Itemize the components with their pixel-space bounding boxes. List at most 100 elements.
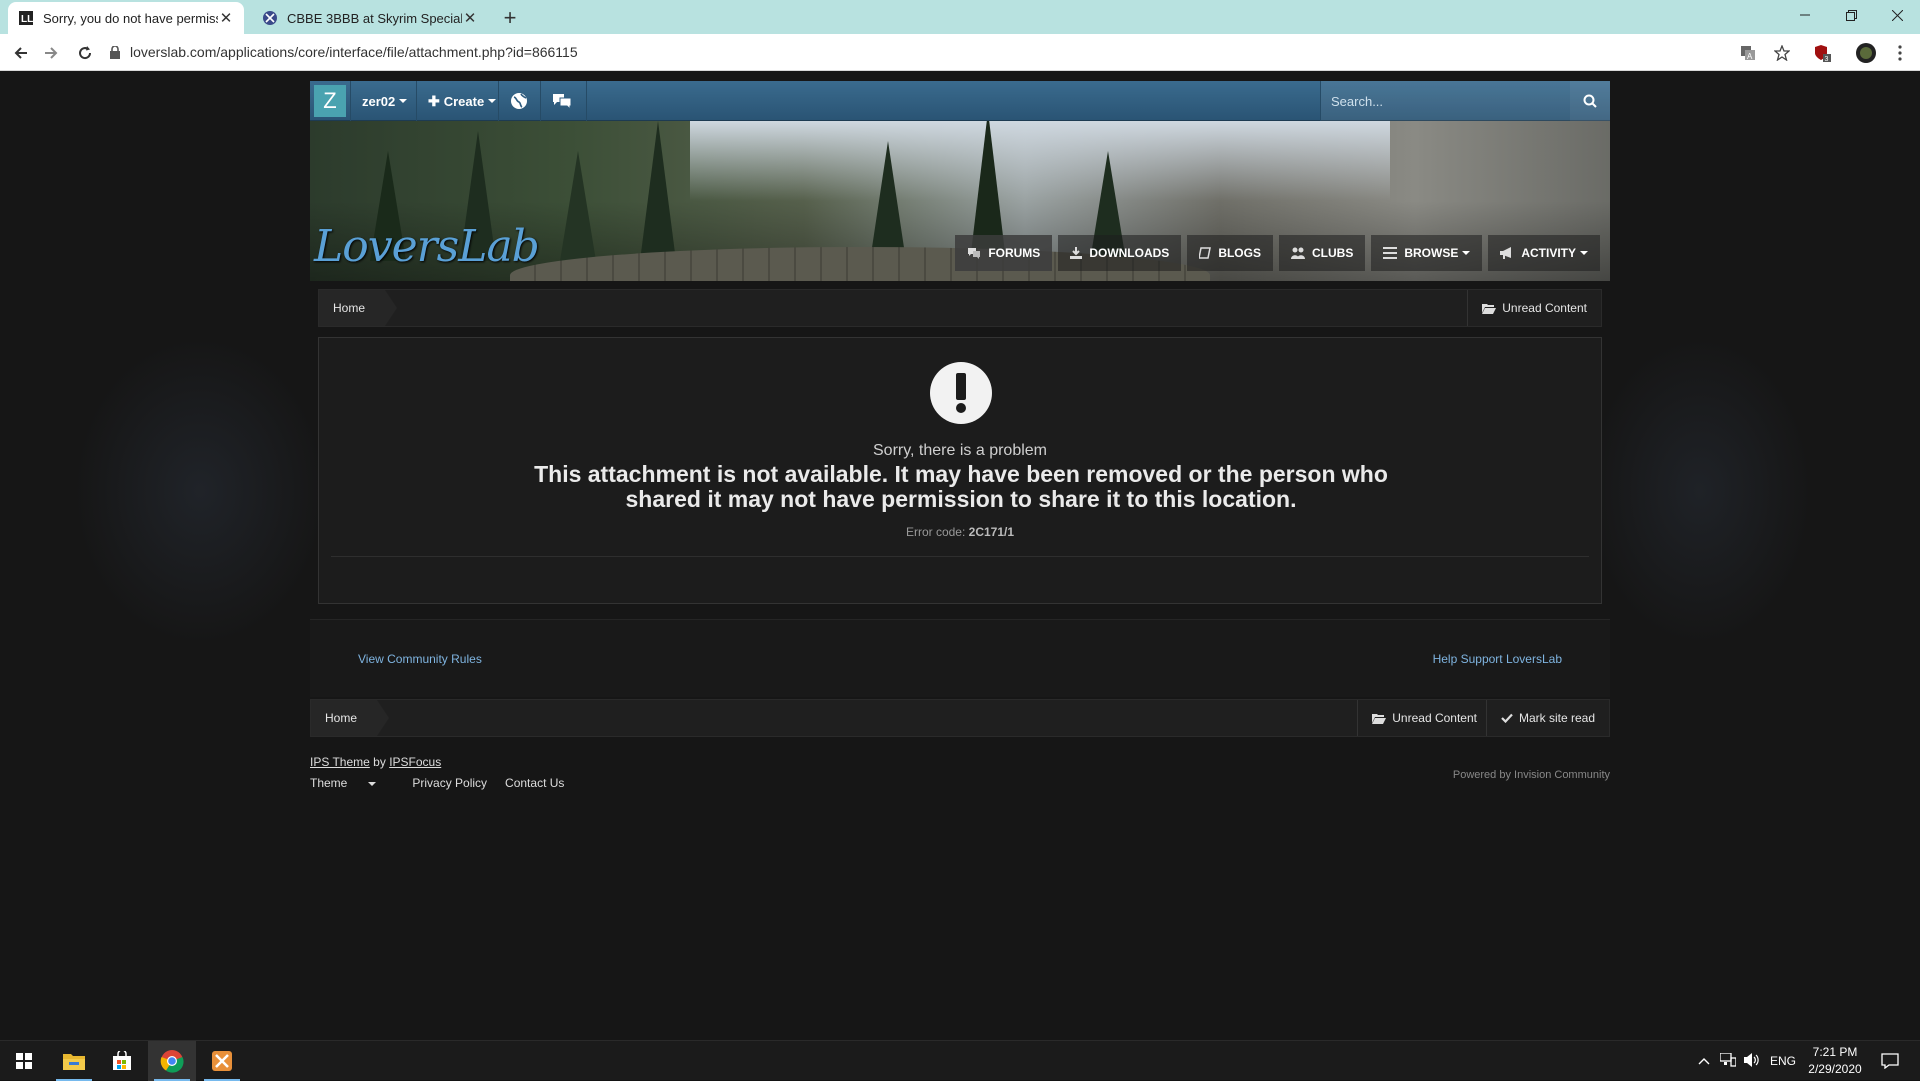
- contact-us-link[interactable]: Contact Us: [505, 776, 564, 790]
- unread-content-label: Unread Content: [1502, 301, 1587, 315]
- site-container: Z zer02 ✚ Create Search... LoversLab FOR…: [310, 71, 1610, 1040]
- restore-icon[interactable]: [1828, 0, 1874, 30]
- breadcrumb-bottom: Home Unread Content Mark site read: [310, 699, 1610, 737]
- microsoft-store-icon[interactable]: [98, 1041, 146, 1081]
- unread-content-label: Unread Content: [1392, 711, 1477, 725]
- tab-close-icon[interactable]: ✕: [462, 9, 478, 27]
- messages-comments-icon[interactable]: [552, 81, 572, 121]
- browser-menu-icon[interactable]: [1886, 39, 1914, 67]
- ublock-extension-icon[interactable]: 3: [1808, 39, 1836, 67]
- app-icon[interactable]: [198, 1041, 246, 1081]
- create-menu[interactable]: ✚ Create: [428, 81, 497, 121]
- unread-content-link[interactable]: Unread Content: [1357, 700, 1491, 736]
- nav-tab-label: BROWSE: [1404, 246, 1459, 260]
- folder-open-icon: [1372, 713, 1387, 724]
- nav-tab-browse[interactable]: BROWSE: [1371, 235, 1483, 271]
- browser-tab-strip: LL Sorry, you do not have permissio ✕ CB…: [0, 0, 1920, 34]
- chevron-down-icon: [1462, 251, 1471, 255]
- nav-tab-label: DOWNLOADS: [1089, 246, 1170, 260]
- unread-content-link[interactable]: Unread Content: [1467, 290, 1601, 326]
- chevron-down-icon: [399, 99, 408, 103]
- banner-sky: [690, 121, 1390, 201]
- bookmark-star-icon[interactable]: [1768, 39, 1796, 67]
- checkmark-icon: [1501, 713, 1513, 723]
- theme-selector[interactable]: Theme: [310, 776, 394, 790]
- error-code-label: Error code:: [905, 525, 966, 539]
- users-icon: [1290, 247, 1305, 259]
- footer-links: View Community Rules Help Support Lovers…: [310, 619, 1610, 697]
- theme-label: Theme: [310, 776, 348, 790]
- error-message: This attachment is not available. It may…: [534, 461, 1388, 512]
- nav-tab-clubs[interactable]: CLUBS: [1278, 235, 1366, 271]
- exclamation-icon: [930, 362, 992, 424]
- nav-tab-downloads[interactable]: DOWNLOADS: [1058, 235, 1182, 271]
- close-window-icon[interactable]: [1874, 0, 1920, 30]
- chrome-icon[interactable]: [148, 1041, 196, 1081]
- chevron-down-icon: [488, 99, 497, 103]
- folder-open-icon: [1482, 303, 1497, 314]
- privacy-policy-link[interactable]: Privacy Policy: [412, 776, 487, 790]
- browser-tab-cbbe[interactable]: CBBE 3BBB at Skyrim Special Edit ✕: [252, 2, 488, 34]
- loverslab-favicon-icon: LL: [18, 10, 34, 26]
- book-icon: [1199, 247, 1212, 259]
- nav-tab-label: BLOGS: [1218, 246, 1261, 260]
- tab-close-icon[interactable]: ✕: [218, 9, 234, 27]
- browser-toolbar: loverslab.com/applications/core/interfac…: [0, 34, 1920, 71]
- profile-avatar-icon[interactable]: [1852, 39, 1880, 67]
- search-icon[interactable]: [1570, 81, 1610, 121]
- bullhorn-icon: [1500, 247, 1514, 259]
- divider: [350, 81, 351, 121]
- breadcrumb-home[interactable]: Home: [311, 700, 390, 736]
- breadcrumb-home[interactable]: Home: [319, 290, 398, 326]
- volume-icon[interactable]: [1744, 1052, 1760, 1070]
- view-community-rules-link[interactable]: View Community Rules: [358, 652, 482, 666]
- network-icon[interactable]: [1719, 1051, 1737, 1070]
- site-logo[interactable]: LoversLab: [314, 221, 540, 272]
- windows-start-icon[interactable]: [0, 1041, 48, 1081]
- plus-icon: ✚: [428, 92, 440, 109]
- help-support-link[interactable]: Help Support LoversLab: [1433, 652, 1562, 666]
- tab-title: Sorry, you do not have permissio: [43, 10, 218, 26]
- notifications-globe-icon[interactable]: [510, 81, 528, 121]
- file-explorer-icon[interactable]: [50, 1041, 98, 1081]
- ipsfocus-link[interactable]: IPSFocus: [389, 755, 441, 769]
- credits-by: by: [373, 755, 386, 769]
- chevron-down-icon: [368, 781, 377, 786]
- new-tab-button[interactable]: +: [496, 4, 524, 32]
- svg-text:A: A: [1747, 52, 1753, 61]
- reload-icon[interactable]: [70, 38, 100, 68]
- extension-badge: 3: [1825, 56, 1829, 62]
- back-arrow-icon[interactable]: [6, 38, 36, 68]
- minimize-icon[interactable]: [1782, 0, 1828, 30]
- nav-tab-activity[interactable]: ACTIVITY: [1488, 235, 1600, 271]
- error-subtitle: Sorry, there is a problem: [873, 442, 1047, 459]
- forward-arrow-icon[interactable]: [36, 38, 66, 68]
- browser-tab-active[interactable]: LL Sorry, you do not have permissio ✕: [8, 2, 244, 34]
- site-banner: LoversLab FORUMS DOWNLOADS BLOGS CLUBS B…: [310, 121, 1610, 281]
- mark-site-read-button[interactable]: Mark site read: [1485, 700, 1609, 736]
- chevron-up-icon[interactable]: [1698, 1054, 1710, 1068]
- user-menu[interactable]: zer02: [362, 81, 408, 121]
- clock[interactable]: 7:21 PM 2/29/2020: [1800, 1044, 1870, 1078]
- language-indicator[interactable]: ENG: [1770, 1054, 1796, 1068]
- comments-icon: [967, 247, 981, 259]
- search-input[interactable]: Search...: [1320, 81, 1570, 121]
- user-bar: Z zer02 ✚ Create Search...: [310, 81, 1610, 121]
- translate-icon[interactable]: A: [1734, 39, 1762, 67]
- divider: [540, 81, 541, 121]
- error-code: Error code: 2C171/1: [319, 525, 1601, 539]
- nav-tab-blogs[interactable]: BLOGS: [1187, 235, 1273, 271]
- user-avatar[interactable]: Z: [314, 85, 346, 117]
- list-icon: [1383, 247, 1398, 259]
- ips-theme-link[interactable]: IPS Theme: [310, 755, 370, 769]
- footer-menu: Theme Privacy Policy Contact Us: [310, 776, 582, 790]
- divider: [498, 81, 499, 121]
- address-bar[interactable]: loverslab.com/applications/core/interfac…: [110, 38, 1760, 66]
- action-center-icon[interactable]: [1866, 1041, 1914, 1081]
- chevron-down-icon: [1580, 251, 1588, 255]
- lock-icon: [110, 45, 120, 59]
- system-tray: ENG: [1698, 1041, 1796, 1081]
- svg-text:LL: LL: [21, 14, 33, 25]
- powered-by-link[interactable]: Powered by Invision Community: [1453, 769, 1610, 781]
- nav-tab-forums[interactable]: FORUMS: [955, 235, 1053, 271]
